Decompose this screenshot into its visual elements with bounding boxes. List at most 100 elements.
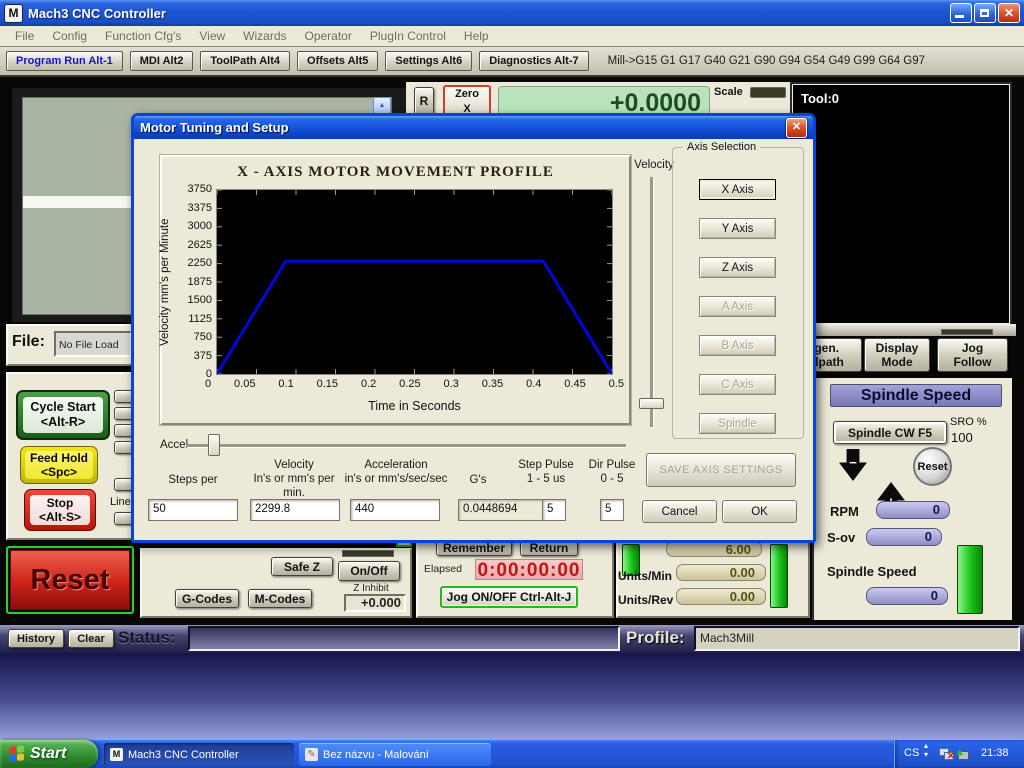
axis-button-y[interactable]: Y Axis xyxy=(699,218,776,239)
jog-follow-button[interactable]: Jog Follow xyxy=(937,338,1008,372)
units-bar xyxy=(770,544,788,608)
tab-offsets[interactable]: Offsets Alt5 xyxy=(297,51,378,71)
system-tray: CS ▴ ▾ ✕ ▴ 21:38 xyxy=(894,740,1024,768)
jog-onoff-button[interactable]: Jog ON/OFF Ctrl-Alt-J xyxy=(440,586,578,608)
save-axis-settings-button[interactable]: SAVE AXIS SETTINGS xyxy=(646,453,796,487)
cancel-button[interactable]: Cancel xyxy=(642,500,717,523)
spindle-cw-button[interactable]: Spindle CW F5 xyxy=(833,421,947,444)
tab-mdi[interactable]: MDI Alt2 xyxy=(130,51,194,71)
tab-diagnostics[interactable]: Diagnostics Alt-7 xyxy=(479,51,588,71)
taskbar-task-paint[interactable]: ✎ Bez názvu - Malování xyxy=(299,743,491,766)
tray-up-icon[interactable]: ▴ xyxy=(924,741,928,750)
screen-background-gradient xyxy=(0,653,1024,740)
m-codes-button[interactable]: M-Codes xyxy=(248,589,312,608)
y-axis-ticks: 375033753000262522501875150011257503750 xyxy=(174,184,212,380)
velocity-input[interactable]: 2299.8 xyxy=(250,499,340,521)
safely-remove-icon[interactable]: ▴ xyxy=(957,747,969,759)
on-off-button[interactable]: On/Off xyxy=(338,561,400,581)
axis-button-x[interactable]: X Axis xyxy=(699,179,776,200)
stop-button[interactable]: Stop <Alt-S> xyxy=(24,489,96,531)
accel-field-label: Acceleration in's or mm's/sec/sec xyxy=(344,458,448,486)
spindle-speed-value: 0 xyxy=(866,587,948,605)
safe-z-button[interactable]: Safe Z xyxy=(271,557,333,576)
tab-settings[interactable]: Settings Alt6 xyxy=(385,51,472,71)
spindle-speed-bar xyxy=(957,545,983,614)
reset-button[interactable]: Reset xyxy=(6,546,134,614)
toolpath-indicator xyxy=(941,329,993,335)
menu-item-operator[interactable]: Operator xyxy=(296,29,361,43)
tab-toolpath[interactable]: ToolPath Alt4 xyxy=(200,51,290,71)
menu-item-plugin-control[interactable]: PlugIn Control xyxy=(361,29,455,43)
acceleration-input[interactable]: 440 xyxy=(350,499,440,521)
window-title: Mach3 CNC Controller xyxy=(28,6,166,21)
ok-button[interactable]: OK xyxy=(722,500,797,523)
y-tick-label: 3750 xyxy=(188,184,212,195)
menu-item-wizards[interactable]: Wizards xyxy=(234,29,295,43)
accel-slider-thumb[interactable] xyxy=(208,434,220,456)
dialog-title: Motor Tuning and Setup xyxy=(140,120,289,135)
accel-slider-label: Accel xyxy=(160,438,188,452)
x-tick-label: 0.4 xyxy=(526,378,541,390)
axis-button-spindle[interactable]: Spindle xyxy=(699,413,776,434)
x-tick-label: 0.3 xyxy=(444,378,459,390)
steps-per-input[interactable]: 50 xyxy=(148,499,238,521)
step-pulse-label-1: Step Pulse xyxy=(514,458,578,472)
feed-hold-button[interactable]: Feed Hold <Spc> xyxy=(20,446,98,484)
language-indicator[interactable]: CS xyxy=(904,747,919,759)
dialog-close-button[interactable]: ✕ xyxy=(786,118,807,138)
y-tick-label: 2250 xyxy=(188,258,212,269)
cycle-start-label-1: Cycle Start xyxy=(30,400,95,415)
task-label: Mach3 CNC Controller xyxy=(128,749,239,761)
accel-slider-track[interactable] xyxy=(186,444,626,447)
tab-bar: Program Run Alt-1 MDI Alt2 ToolPath Alt4… xyxy=(0,47,1024,77)
cycle-start-button[interactable]: Cycle Start <Alt-R> xyxy=(16,390,110,440)
gcode-modes-text: Mill->G15 G1 G17 G40 G21 G90 G94 G54 G49… xyxy=(608,55,925,67)
start-button[interactable]: Start xyxy=(0,740,98,768)
minimize-button[interactable] xyxy=(950,3,972,23)
taskbar: Start M Mach3 CNC Controller ✎ Bez názvu… xyxy=(0,740,1024,768)
x-tick-label: 0.35 xyxy=(482,378,503,390)
cycle-start-label-2: <Alt-R> xyxy=(41,415,85,430)
axis-button-z[interactable]: Z Axis xyxy=(699,257,776,278)
close-icon: ✕ xyxy=(1004,6,1014,20)
restore-button[interactable] xyxy=(974,3,996,23)
sro-value: 100 xyxy=(951,430,985,444)
dir-pulse-input[interactable]: 5 xyxy=(600,499,624,521)
dialog-titlebar[interactable]: Motor Tuning and Setup ✕ xyxy=(134,116,813,139)
menu-item-function-cfgs[interactable]: Function Cfg's xyxy=(96,29,190,43)
menu-item-file[interactable]: File xyxy=(6,29,43,43)
x-tick-label: 0.25 xyxy=(399,378,420,390)
taskbar-task-mach3[interactable]: M Mach3 CNC Controller xyxy=(104,743,294,766)
spindle-header: Spindle Speed xyxy=(830,384,1002,407)
elapsed-time: 0:00:00:00 xyxy=(475,559,583,580)
toolpath-display[interactable]: Tool:0 xyxy=(792,84,1010,324)
display-mode-button[interactable]: Display Mode xyxy=(864,338,930,372)
menu-item-view[interactable]: View xyxy=(190,29,234,43)
velocity-slider-thumb[interactable] xyxy=(639,398,664,409)
mach3-screen: M Mach3 CNC Controller ✕ File Config Fun… xyxy=(0,0,1024,768)
ref-button[interactable]: R xyxy=(414,87,434,115)
menu-item-config[interactable]: Config xyxy=(43,29,96,43)
y-tick-label: 1875 xyxy=(188,277,212,288)
y-tick-label: 1500 xyxy=(188,295,212,306)
restore-icon xyxy=(980,9,989,17)
clear-button[interactable]: Clear xyxy=(68,629,114,648)
elapsed-label: Elapsed xyxy=(424,563,468,574)
step-pulse-input[interactable]: 5 xyxy=(542,499,566,521)
network-status-icon[interactable]: ✕ xyxy=(939,748,953,760)
tab-program-run[interactable]: Program Run Alt-1 xyxy=(6,51,123,71)
g-codes-button[interactable]: G-Codes xyxy=(175,589,239,608)
axis-button-a[interactable]: A Axis xyxy=(699,296,776,317)
scale-indicator xyxy=(750,87,786,98)
axis-button-b[interactable]: B Axis xyxy=(699,335,776,356)
menu-item-help[interactable]: Help xyxy=(455,29,498,43)
sro-reset-button[interactable]: Reset xyxy=(913,447,952,486)
dir-pulse-label: Dir Pulse 0 - 5 xyxy=(582,458,642,486)
axis-button-c[interactable]: C Axis xyxy=(699,374,776,395)
history-button[interactable]: History xyxy=(8,629,64,648)
tray-down-icon[interactable]: ▾ xyxy=(924,750,928,759)
scroll-up-button[interactable]: ▲ xyxy=(373,97,391,114)
close-button[interactable]: ✕ xyxy=(998,3,1020,23)
units-rev-value: 0.00 xyxy=(676,588,766,605)
velocity-slider-track[interactable] xyxy=(650,177,653,427)
